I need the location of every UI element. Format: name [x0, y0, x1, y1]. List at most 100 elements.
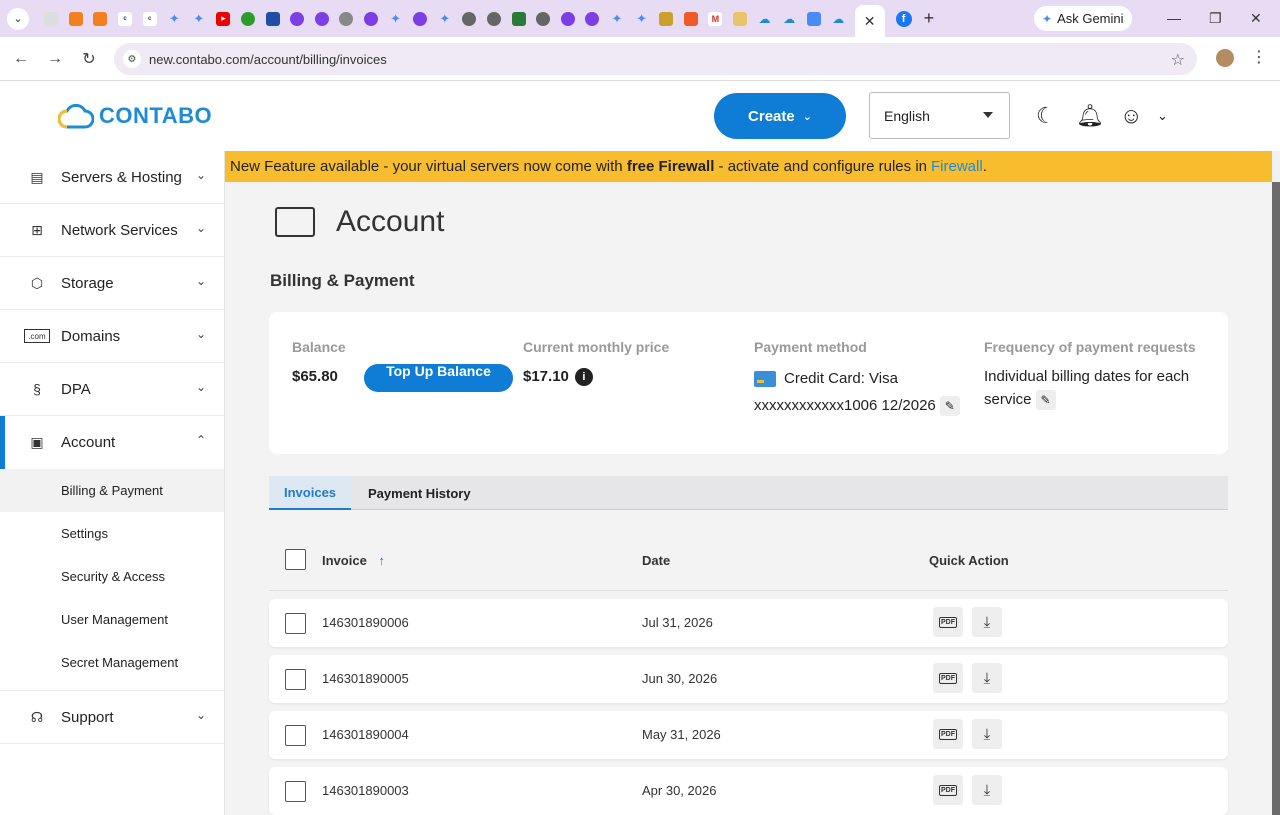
- sidebar-item-domains[interactable]: .com Domains ⌄: [0, 310, 224, 363]
- select-all-checkbox[interactable]: [285, 549, 306, 570]
- tab-favicon[interactable]: c: [118, 11, 133, 26]
- sidebar-item-support[interactable]: ☊ Support ⌄: [0, 691, 224, 744]
- tab-favicon[interactable]: [536, 11, 551, 26]
- reload-icon[interactable]: ↻: [72, 49, 106, 69]
- tab-favicon[interactable]: c: [142, 11, 157, 26]
- close-window-icon[interactable]: ✕: [1250, 10, 1262, 27]
- address-bar[interactable]: ⚙ new.contabo.com/account/billing/invoic…: [114, 43, 1197, 75]
- info-icon[interactable]: i: [574, 368, 593, 387]
- download-icon[interactable]: ⤓: [972, 719, 1002, 749]
- tab-favicon[interactable]: [290, 11, 305, 26]
- sidebar-item-dpa[interactable]: § DPA ⌄: [0, 363, 224, 416]
- create-button[interactable]: Create ⌄: [714, 93, 846, 139]
- tab-favicon[interactable]: [44, 11, 59, 26]
- forward-icon[interactable]: →: [38, 50, 72, 68]
- youtube-tab-icon[interactable]: ▸: [216, 11, 231, 26]
- tab-favicon[interactable]: [462, 11, 477, 26]
- gemini-tab-icon[interactable]: ✦: [389, 11, 403, 26]
- restore-icon[interactable]: ❐: [1209, 10, 1222, 27]
- sidebar-item-account[interactable]: ▣ Account ⌃: [0, 416, 224, 469]
- invoice-number[interactable]: 146301890005: [322, 671, 409, 686]
- tab-favicon[interactable]: [265, 11, 280, 26]
- sidebar-subitem-secret-management[interactable]: Secret Management: [0, 641, 224, 684]
- tab-favicon[interactable]: [364, 11, 379, 26]
- tab-favicon[interactable]: [93, 11, 108, 26]
- tab-payment-history[interactable]: Payment History: [353, 476, 486, 510]
- contabo-tab-icon[interactable]: ☁: [782, 12, 796, 26]
- contabo-tab-icon[interactable]: ☁: [758, 12, 772, 26]
- gemini-tab-icon[interactable]: ✦: [167, 11, 181, 26]
- column-header-date[interactable]: Date: [642, 553, 670, 568]
- row-checkbox[interactable]: [285, 669, 306, 690]
- tab-favicon[interactable]: [659, 11, 674, 26]
- translate-tab-icon[interactable]: [806, 11, 821, 26]
- contabo-tab-icon[interactable]: ☁: [831, 12, 845, 26]
- invoice-number[interactable]: 146301890006: [322, 615, 409, 630]
- invoice-number[interactable]: 146301890004: [322, 727, 409, 742]
- tab-favicon[interactable]: [68, 11, 83, 26]
- tab-favicon[interactable]: [585, 11, 600, 26]
- sort-ascending-icon[interactable]: ↑: [378, 553, 385, 568]
- sidebar-item-storage[interactable]: ⬡ Storage ⌄: [0, 257, 224, 310]
- gemini-tab-icon[interactable]: ✦: [610, 11, 624, 26]
- sidebar-item-servers-hosting[interactable]: ▤ Servers & Hosting ⌄: [0, 151, 224, 204]
- contabo-logo[interactable]: CONTABO: [58, 101, 212, 131]
- download-icon[interactable]: ⤓: [972, 663, 1002, 693]
- tab-search-button[interactable]: ⌄: [7, 7, 29, 30]
- bookmark-star-icon[interactable]: ☆: [1171, 50, 1185, 70]
- ask-gemini-button[interactable]: ✦ Ask Gemini: [1034, 6, 1132, 31]
- profile-avatar[interactable]: [1216, 49, 1234, 67]
- facebook-tab-icon[interactable]: f: [895, 10, 912, 27]
- language-select[interactable]: English: [869, 92, 1010, 139]
- price-block: Current monthly price $17.10 i: [523, 336, 669, 388]
- sidebar-subitem-security-access[interactable]: Security & Access: [0, 555, 224, 598]
- pdf-view-icon[interactable]: PDF: [933, 719, 963, 749]
- back-icon[interactable]: ←: [4, 50, 38, 68]
- tab-favicon[interactable]: [560, 11, 575, 26]
- scrollbar-thumb[interactable]: [1272, 182, 1280, 815]
- user-avatar-icon[interactable]: ☺: [1120, 103, 1142, 129]
- minimize-icon[interactable]: —: [1167, 10, 1181, 26]
- tab-invoices[interactable]: Invoices: [269, 476, 352, 510]
- row-checkbox[interactable]: [285, 725, 306, 746]
- tab-favicon[interactable]: [486, 11, 501, 26]
- tab-favicon[interactable]: [339, 11, 354, 26]
- sidebar-subitem-billing-payment[interactable]: Billing & Payment: [0, 469, 224, 512]
- sidebar-item-network-services[interactable]: ⊞ Network Services ⌄: [0, 204, 224, 257]
- pdf-view-icon[interactable]: PDF: [933, 607, 963, 637]
- sidebar-subitem-user-management[interactable]: User Management: [0, 598, 224, 641]
- new-tab-button[interactable]: +: [924, 8, 935, 29]
- tab-favicon[interactable]: [511, 11, 526, 26]
- tab-favicon[interactable]: [413, 11, 428, 26]
- top-up-balance-button[interactable]: Top Up Balance: [364, 364, 513, 392]
- tab-favicon[interactable]: [314, 11, 329, 26]
- edit-pencil-icon[interactable]: ✎: [1035, 390, 1056, 411]
- pdf-view-icon[interactable]: PDF: [933, 775, 963, 805]
- browser-menu-icon[interactable]: ⋮: [1251, 47, 1267, 67]
- gemini-tab-icon[interactable]: ✦: [635, 11, 649, 26]
- column-header-invoice[interactable]: Invoice ↑: [322, 553, 385, 568]
- sidebar-subitem-settings[interactable]: Settings: [0, 512, 224, 555]
- gemini-tab-icon[interactable]: ✦: [192, 11, 206, 26]
- firewall-link[interactable]: Firewall: [931, 158, 983, 175]
- edit-pencil-icon[interactable]: ✎: [939, 396, 960, 417]
- tab-favicon[interactable]: [683, 11, 698, 26]
- invoice-number[interactable]: 146301890003: [322, 783, 409, 798]
- dark-mode-moon-icon[interactable]: ☾: [1036, 103, 1056, 129]
- user-menu-chevron-icon[interactable]: ⌄: [1157, 108, 1168, 124]
- active-tab-close[interactable]: ✕: [854, 5, 885, 37]
- download-icon[interactable]: ⤓: [972, 775, 1002, 805]
- download-icon[interactable]: ⤓: [972, 607, 1002, 637]
- sidebar-item-label: Network Services: [61, 221, 178, 239]
- site-info-icon[interactable]: ⚙: [123, 50, 141, 68]
- tab-favicon[interactable]: [241, 11, 256, 26]
- tab-favicon[interactable]: [732, 11, 747, 26]
- row-checkbox[interactable]: [285, 781, 306, 802]
- url-text[interactable]: new.contabo.com/account/billing/invoices: [149, 52, 387, 67]
- gemini-tab-icon[interactable]: ✦: [438, 11, 452, 26]
- headset-icon: ☊: [30, 708, 44, 725]
- row-checkbox[interactable]: [285, 613, 306, 634]
- gmail-tab-icon[interactable]: M: [708, 11, 723, 26]
- notification-bell-icon[interactable]: 🔔︎: [1076, 103, 1104, 129]
- pdf-view-icon[interactable]: PDF: [933, 663, 963, 693]
